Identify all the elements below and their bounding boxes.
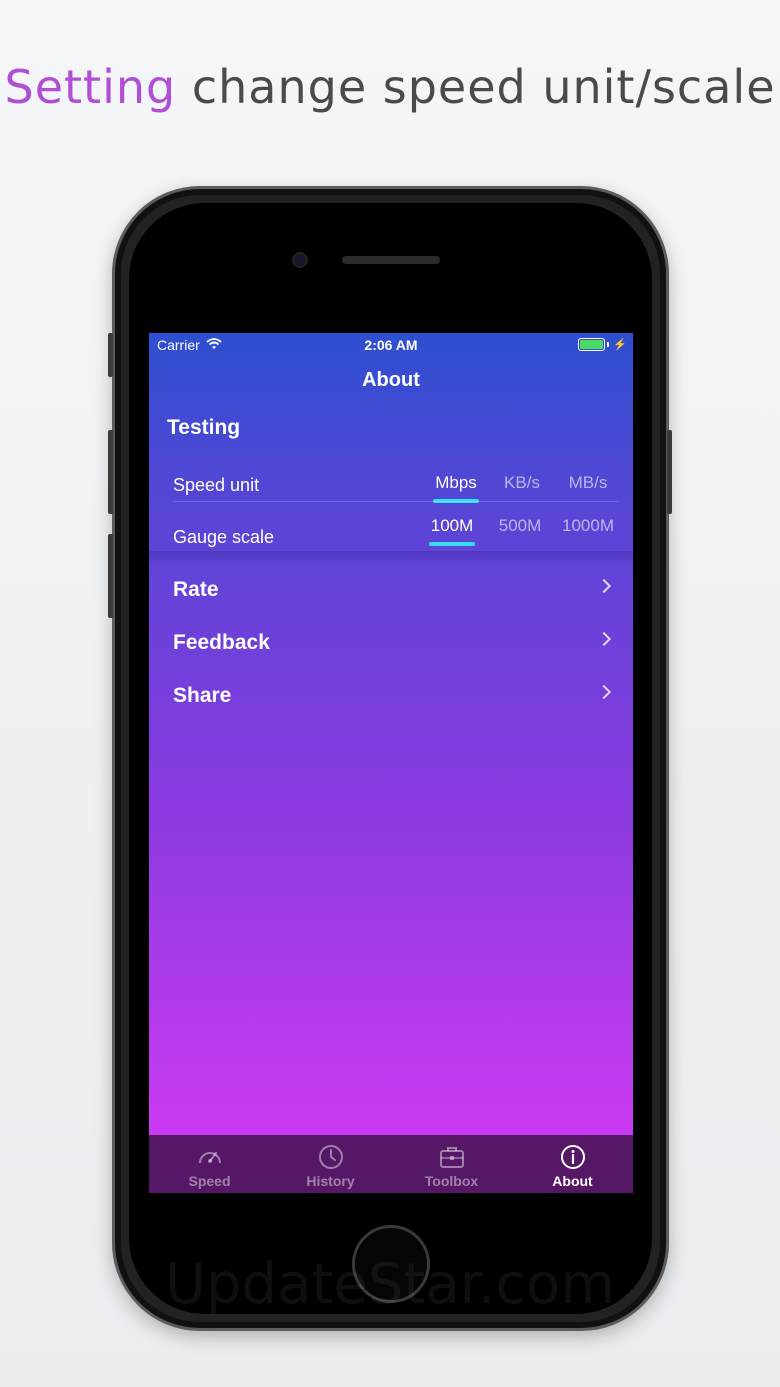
tab-label: History <box>306 1173 355 1189</box>
gauge-scale-label: Gauge scale <box>173 527 275 547</box>
status-bar: Carrier 2:06 AM ⚡ <box>149 333 633 357</box>
menu-item-label: Feedback <box>173 631 270 654</box>
front-camera <box>292 252 308 268</box>
earpiece-speaker <box>342 256 440 264</box>
section-title-testing: Testing <box>167 416 241 439</box>
chevron-right-icon <box>596 684 612 700</box>
menu-item-label: Share <box>173 684 232 707</box>
tab-label: Speed <box>188 1173 231 1189</box>
gauge-scale-option-100m[interactable]: 100M <box>419 516 485 536</box>
wifi-icon <box>206 337 222 353</box>
menu-item-label: Rate <box>173 578 219 601</box>
speed-unit-selector: Mbps KB/s MB/s <box>423 473 621 493</box>
charging-icon: ⚡ <box>613 339 627 351</box>
speed-unit-option-mbs-bytes[interactable]: MB/s <box>555 473 621 493</box>
carrier-label: Carrier <box>157 337 200 353</box>
tab-label: About <box>552 1173 593 1189</box>
tab-label: Toolbox <box>424 1173 479 1189</box>
gauge-scale-option-500m[interactable]: 500M <box>485 516 555 536</box>
volume-down-button <box>108 534 113 618</box>
battery-icon: ⚡ <box>578 338 627 351</box>
gauge-scale-option-1000m[interactable]: 1000M <box>555 516 621 536</box>
tab-speed[interactable]: Speed <box>149 1135 270 1193</box>
speed-unit-row: Speed unit Mbps KB/s MB/s <box>149 461 633 513</box>
divider <box>173 501 619 502</box>
tab-history[interactable]: History <box>270 1135 391 1193</box>
menu-item-feedback[interactable]: Feedback <box>149 618 633 670</box>
chevron-right-icon <box>596 631 612 647</box>
speed-unit-option-kbs[interactable]: KB/s <box>489 473 555 493</box>
gauge-scale-selector: 100M 500M 1000M <box>419 516 621 536</box>
speed-unit-label: Speed unit <box>173 475 260 495</box>
nav-title: About <box>362 369 420 391</box>
tab-about[interactable]: About <box>512 1135 633 1193</box>
headline-rest: change speed unit/scale <box>191 60 776 114</box>
briefcase-icon <box>439 1147 464 1168</box>
speed-unit-option-mbps[interactable]: Mbps <box>423 473 489 493</box>
info-icon <box>560 1145 585 1169</box>
promo-headline: Setting change speed unit/scale <box>0 60 780 114</box>
menu-item-rate[interactable]: Rate <box>149 565 633 617</box>
tab-toolbox[interactable]: Toolbox <box>391 1135 512 1193</box>
clock-icon <box>318 1145 343 1169</box>
menu-item-share[interactable]: Share <box>149 671 633 723</box>
gauge-icon <box>198 1151 221 1164</box>
headline-accent: Setting <box>4 60 177 114</box>
chevron-right-icon <box>596 578 612 594</box>
watermark: UpdateStar.com <box>165 1252 615 1317</box>
tab-bar: Speed History Toolbox About <box>149 1135 633 1193</box>
volume-up-button <box>108 430 113 514</box>
mute-switch <box>108 333 113 377</box>
app-screen: Carrier 2:06 AM ⚡ About Testing Speed un… <box>149 333 633 1193</box>
power-button <box>667 430 672 514</box>
